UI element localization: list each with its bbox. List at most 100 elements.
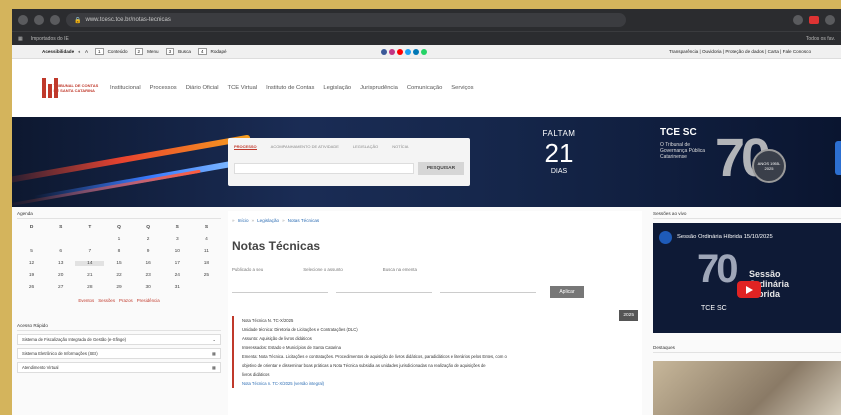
filter-input[interactable] (232, 291, 328, 293)
calendar-day[interactable]: 2 (134, 237, 163, 242)
nav-item[interactable]: Jurisprudência (360, 85, 398, 91)
calendar-day[interactable]: 8 (104, 249, 133, 254)
legend-item[interactable]: Prazos (119, 298, 133, 303)
quick-access-item[interactable]: Sistema de Fiscalização Integrada de Ges… (17, 334, 221, 345)
calendar-day[interactable]: 12 (17, 261, 46, 266)
calendar-day[interactable] (192, 285, 221, 290)
nav-item[interactable]: Serviços (451, 85, 473, 91)
calendar-day[interactable]: 19 (17, 273, 46, 278)
quick-access-label: Sistema Eletrônico de Informações (SEI) (22, 351, 98, 356)
twitter-icon[interactable] (404, 48, 411, 55)
calendar-day[interactable] (17, 237, 46, 242)
filter-input[interactable] (336, 291, 432, 293)
nav-item[interactable]: Diário Oficial (186, 85, 219, 91)
calendar-day[interactable]: 24 (163, 273, 192, 278)
forward-icon[interactable] (34, 15, 44, 25)
breadcrumb-item[interactable]: Início (238, 218, 249, 223)
calendar-day[interactable] (75, 237, 104, 242)
countdown-number: 21 (544, 138, 574, 168)
calendar-day[interactable]: 3 (163, 237, 192, 242)
skip-link-footer[interactable]: Rodapé (211, 49, 227, 54)
utility-links[interactable]: Transparência | Ouvidoria | Proteção de … (669, 49, 811, 54)
search-button[interactable]: PESQUISAR (418, 162, 464, 175)
calendar-day[interactable]: 26 (17, 285, 46, 290)
calendar-day[interactable]: 17 (163, 261, 192, 266)
accessibility-label[interactable]: Acessibilidade (42, 49, 74, 54)
bookmark-all[interactable]: Todos os fav. (806, 36, 835, 42)
countdown-label-top: FALTAM (542, 129, 576, 138)
video-player[interactable]: Sessão Ordinária Híbrida 15/10/2025 70 T… (653, 223, 841, 333)
apps-icon[interactable]: ▦ (18, 36, 23, 42)
record-icon[interactable] (809, 16, 819, 24)
skip-link-menu[interactable]: Menu (147, 49, 159, 54)
search-tab-activity[interactable]: ACOMPANHAMENTO DE ATIVIDADE (271, 144, 339, 150)
facebook-icon[interactable] (380, 48, 387, 55)
calendar-day[interactable]: 31 (163, 285, 192, 290)
calendar-day[interactable]: 18 (192, 261, 221, 266)
star-icon[interactable] (793, 15, 803, 25)
calendar-day[interactable]: 29 (104, 285, 133, 290)
calendar-day[interactable]: 20 (46, 273, 75, 278)
calendar-day[interactable] (46, 237, 75, 242)
apply-button[interactable]: Aplicar (550, 286, 584, 298)
nav-item[interactable]: Instituto de Contas (266, 85, 314, 91)
calendar-day[interactable]: 21 (75, 273, 104, 278)
calendar-day[interactable]: 28 (75, 285, 104, 290)
calendar-day[interactable]: 6 (46, 249, 75, 254)
contrast-icon[interactable]: ◐ (78, 49, 81, 54)
calendar-day[interactable]: 22 (104, 273, 133, 278)
calendar-day[interactable]: 10 (163, 249, 192, 254)
youtube-icon[interactable] (396, 48, 403, 55)
address-bar[interactable]: 🔒 www.tcesc.tce.br/notas-tecnicas (66, 13, 626, 27)
skip-link-search[interactable]: Busca (178, 49, 191, 54)
calendar-day[interactable]: 9 (134, 249, 163, 254)
calendar-day[interactable]: 23 (134, 273, 163, 278)
calendar-day[interactable]: 1 (104, 237, 133, 242)
calendar-day[interactable]: 16 (134, 261, 163, 266)
highlight-photo[interactable] (653, 361, 841, 415)
search-tab-news[interactable]: NOTÍCIA (392, 144, 408, 150)
legend-item[interactable]: Presidência (137, 298, 160, 303)
nav-item[interactable]: Processos (150, 85, 177, 91)
font-size-icon[interactable]: A (85, 49, 88, 54)
calendar-day[interactable]: 5 (17, 249, 46, 254)
video-title[interactable]: Sessão Ordinária Híbrida 15/10/2025 (677, 234, 773, 240)
breadcrumb-separator: » (232, 218, 235, 223)
skip-link-content[interactable]: Conteúdo (108, 49, 128, 54)
calendar-day[interactable]: 27 (46, 285, 75, 290)
breadcrumb-item[interactable]: Legislação (257, 218, 279, 223)
nav-item[interactable]: Institucional (110, 85, 141, 91)
back-icon[interactable] (18, 15, 28, 25)
calendar-day[interactable]: 7 (75, 249, 104, 254)
nav-item[interactable]: Comunicação (407, 85, 442, 91)
legend-item[interactable]: Sessões (98, 298, 115, 303)
search-tab-legislation[interactable]: LEGISLAÇÃO (353, 144, 378, 150)
site-logo[interactable]: TRIBUNAL DE CONTAS DE SANTA CATARINA (42, 76, 100, 100)
result-link[interactable]: Nota Técnica n. TC-X/2025 (versão integr… (242, 379, 638, 388)
whatsapp-icon[interactable] (420, 48, 427, 55)
calendar-day[interactable]: 15 (104, 261, 133, 266)
search-input[interactable] (234, 163, 414, 174)
search-tab-process[interactable]: PROCESSO (234, 144, 257, 150)
calendar-day[interactable]: 4 (192, 237, 221, 242)
calendar-day[interactable]: 13 (46, 261, 75, 266)
calendar-day[interactable]: 30 (134, 285, 163, 290)
menu-icon[interactable] (825, 15, 835, 25)
play-button[interactable] (737, 281, 761, 298)
calendar-day[interactable]: 25 (192, 273, 221, 278)
bookmark-imported[interactable]: Importados do IE (31, 36, 69, 42)
linkedin-icon[interactable] (412, 48, 419, 55)
side-tab[interactable] (835, 141, 841, 175)
nav-item[interactable]: Legislação (323, 85, 351, 91)
quick-access-item[interactable]: Atendimento Virtual ▦ (17, 362, 221, 373)
calendar-day[interactable]: 11 (192, 249, 221, 254)
breadcrumb-item[interactable]: Notas Técnicas (288, 218, 320, 223)
nav-item[interactable]: TCE Virtual (228, 85, 258, 91)
filter-input[interactable] (440, 291, 536, 293)
instagram-icon[interactable] (388, 48, 395, 55)
legend-item[interactable]: Eventos (78, 298, 94, 303)
quick-access-item[interactable]: Sistema Eletrônico de Informações (SEI) … (17, 348, 221, 359)
calendar-day-today[interactable]: 14 (75, 261, 105, 266)
site-header: TRIBUNAL DE CONTAS DE SANTA CATARINA Ins… (12, 59, 841, 117)
reload-icon[interactable] (50, 15, 60, 25)
